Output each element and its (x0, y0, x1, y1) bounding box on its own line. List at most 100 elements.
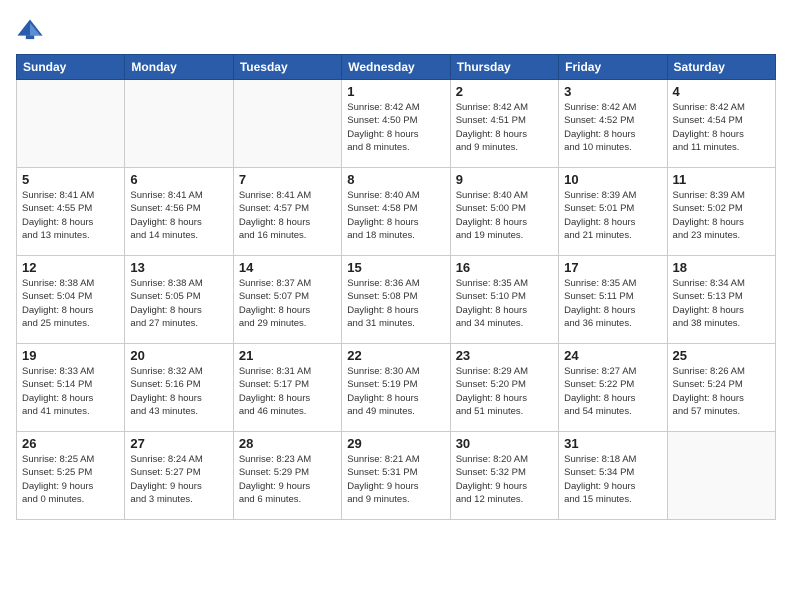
calendar-cell: 25 Sunrise: 8:26 AM Sunset: 5:24 PM Dayli… (667, 344, 775, 432)
calendar-cell: 13 Sunrise: 8:38 AM Sunset: 5:05 PM Dayli… (125, 256, 233, 344)
calendar-cell: 14 Sunrise: 8:37 AM Sunset: 5:07 PM Dayli… (233, 256, 341, 344)
day-info: Sunrise: 8:21 AM Sunset: 5:31 PM Dayligh… (347, 453, 444, 506)
logo-icon (16, 16, 44, 44)
day-number: 15 (347, 260, 444, 275)
day-info: Sunrise: 8:39 AM Sunset: 5:02 PM Dayligh… (673, 189, 770, 242)
weekday-header-sunday: Sunday (17, 55, 125, 80)
calendar-cell: 5 Sunrise: 8:41 AM Sunset: 4:55 PM Daylig… (17, 168, 125, 256)
weekday-header-tuesday: Tuesday (233, 55, 341, 80)
calendar-cell: 6Sunrise: 8:41 AM Sunset: 4:56 PM Daylig… (125, 168, 233, 256)
day-info: Sunrise: 8:29 AM Sunset: 5:20 PM Dayligh… (456, 365, 553, 418)
weekday-header-friday: Friday (559, 55, 667, 80)
calendar-table: SundayMondayTuesdayWednesdayThursdayFrid… (16, 54, 776, 520)
day-number: 30 (456, 436, 553, 451)
page: SundayMondayTuesdayWednesdayThursdayFrid… (0, 0, 792, 612)
day-number: 3 (564, 84, 661, 99)
day-info: Sunrise: 8:33 AM Sunset: 5:14 PM Dayligh… (22, 365, 119, 418)
day-number: 23 (456, 348, 553, 363)
day-number: 25 (673, 348, 770, 363)
day-number: 21 (239, 348, 336, 363)
calendar-cell: 4 Sunrise: 8:42 AM Sunset: 4:54 PM Daylig… (667, 80, 775, 168)
day-info: Sunrise: 8:18 AM Sunset: 5:34 PM Dayligh… (564, 453, 661, 506)
calendar-cell (125, 80, 233, 168)
day-info: Sunrise: 8:23 AM Sunset: 5:29 PM Dayligh… (239, 453, 336, 506)
logo (16, 16, 48, 44)
calendar-cell (233, 80, 341, 168)
calendar-cell: 11 Sunrise: 8:39 AM Sunset: 5:02 PM Dayli… (667, 168, 775, 256)
calendar-week-row: 12 Sunrise: 8:38 AM Sunset: 5:04 PM Dayli… (17, 256, 776, 344)
calendar-cell: 24 Sunrise: 8:27 AM Sunset: 5:22 PM Dayli… (559, 344, 667, 432)
day-number: 16 (456, 260, 553, 275)
calendar-week-row: 1Sunrise: 8:42 AM Sunset: 4:50 PM Daylig… (17, 80, 776, 168)
day-number: 28 (239, 436, 336, 451)
day-number: 9 (456, 172, 553, 187)
day-number: 24 (564, 348, 661, 363)
day-number: 22 (347, 348, 444, 363)
day-info: Sunrise: 8:42 AM Sunset: 4:54 PM Dayligh… (673, 101, 770, 154)
calendar-week-row: 19Sunrise: 8:33 AM Sunset: 5:14 PM Dayli… (17, 344, 776, 432)
calendar-cell: 10 Sunrise: 8:39 AM Sunset: 5:01 PM Dayli… (559, 168, 667, 256)
calendar-cell: 23 Sunrise: 8:29 AM Sunset: 5:20 PM Dayli… (450, 344, 558, 432)
day-number: 29 (347, 436, 444, 451)
calendar-cell: 2Sunrise: 8:42 AM Sunset: 4:51 PM Daylig… (450, 80, 558, 168)
calendar-cell: 29 Sunrise: 8:21 AM Sunset: 5:31 PM Dayli… (342, 432, 450, 520)
day-number: 17 (564, 260, 661, 275)
day-number: 10 (564, 172, 661, 187)
calendar-cell: 31 Sunrise: 8:18 AM Sunset: 5:34 PM Dayli… (559, 432, 667, 520)
calendar-week-row: 5 Sunrise: 8:41 AM Sunset: 4:55 PM Daylig… (17, 168, 776, 256)
day-number: 4 (673, 84, 770, 99)
day-info: Sunrise: 8:24 AM Sunset: 5:27 PM Dayligh… (130, 453, 227, 506)
day-number: 5 (22, 172, 119, 187)
day-info: Sunrise: 8:39 AM Sunset: 5:01 PM Dayligh… (564, 189, 661, 242)
day-info: Sunrise: 8:31 AM Sunset: 5:17 PM Dayligh… (239, 365, 336, 418)
day-number: 31 (564, 436, 661, 451)
calendar-cell: 15 Sunrise: 8:36 AM Sunset: 5:08 PM Dayli… (342, 256, 450, 344)
calendar-cell: 17 Sunrise: 8:35 AM Sunset: 5:11 PM Dayli… (559, 256, 667, 344)
weekday-header-wednesday: Wednesday (342, 55, 450, 80)
day-info: Sunrise: 8:36 AM Sunset: 5:08 PM Dayligh… (347, 277, 444, 330)
day-info: Sunrise: 8:37 AM Sunset: 5:07 PM Dayligh… (239, 277, 336, 330)
day-number: 8 (347, 172, 444, 187)
day-number: 18 (673, 260, 770, 275)
day-info: Sunrise: 8:32 AM Sunset: 5:16 PM Dayligh… (130, 365, 227, 418)
day-info: Sunrise: 8:34 AM Sunset: 5:13 PM Dayligh… (673, 277, 770, 330)
calendar-cell: 3 Sunrise: 8:42 AM Sunset: 4:52 PM Daylig… (559, 80, 667, 168)
day-info: Sunrise: 8:42 AM Sunset: 4:51 PM Dayligh… (456, 101, 553, 154)
calendar-cell: 19Sunrise: 8:33 AM Sunset: 5:14 PM Dayli… (17, 344, 125, 432)
calendar-cell (667, 432, 775, 520)
calendar-cell: 18 Sunrise: 8:34 AM Sunset: 5:13 PM Dayli… (667, 256, 775, 344)
day-info: Sunrise: 8:20 AM Sunset: 5:32 PM Dayligh… (456, 453, 553, 506)
calendar-cell: 20 Sunrise: 8:32 AM Sunset: 5:16 PM Dayli… (125, 344, 233, 432)
calendar-cell: 22 Sunrise: 8:30 AM Sunset: 5:19 PM Dayli… (342, 344, 450, 432)
calendar-cell: 28 Sunrise: 8:23 AM Sunset: 5:29 PM Dayli… (233, 432, 341, 520)
day-number: 1 (347, 84, 444, 99)
day-info: Sunrise: 8:30 AM Sunset: 5:19 PM Dayligh… (347, 365, 444, 418)
day-number: 27 (130, 436, 227, 451)
day-info: Sunrise: 8:42 AM Sunset: 4:52 PM Dayligh… (564, 101, 661, 154)
calendar-cell: 16 Sunrise: 8:35 AM Sunset: 5:10 PM Dayli… (450, 256, 558, 344)
day-number: 14 (239, 260, 336, 275)
day-info: Sunrise: 8:27 AM Sunset: 5:22 PM Dayligh… (564, 365, 661, 418)
calendar-cell: 21 Sunrise: 8:31 AM Sunset: 5:17 PM Dayli… (233, 344, 341, 432)
day-info: Sunrise: 8:38 AM Sunset: 5:05 PM Dayligh… (130, 277, 227, 330)
day-info: Sunrise: 8:35 AM Sunset: 5:11 PM Dayligh… (564, 277, 661, 330)
day-number: 12 (22, 260, 119, 275)
weekday-header-saturday: Saturday (667, 55, 775, 80)
calendar-cell: 30 Sunrise: 8:20 AM Sunset: 5:32 PM Dayli… (450, 432, 558, 520)
day-number: 6 (130, 172, 227, 187)
day-info: Sunrise: 8:40 AM Sunset: 4:58 PM Dayligh… (347, 189, 444, 242)
day-info: Sunrise: 8:41 AM Sunset: 4:57 PM Dayligh… (239, 189, 336, 242)
weekday-header-monday: Monday (125, 55, 233, 80)
day-number: 26 (22, 436, 119, 451)
calendar-week-row: 26 Sunrise: 8:25 AM Sunset: 5:25 PM Dayli… (17, 432, 776, 520)
calendar-cell: 8 Sunrise: 8:40 AM Sunset: 4:58 PM Daylig… (342, 168, 450, 256)
header (16, 16, 776, 44)
day-info: Sunrise: 8:35 AM Sunset: 5:10 PM Dayligh… (456, 277, 553, 330)
day-info: Sunrise: 8:26 AM Sunset: 5:24 PM Dayligh… (673, 365, 770, 418)
day-info: Sunrise: 8:38 AM Sunset: 5:04 PM Dayligh… (22, 277, 119, 330)
day-info: Sunrise: 8:25 AM Sunset: 5:25 PM Dayligh… (22, 453, 119, 506)
day-number: 11 (673, 172, 770, 187)
day-number: 13 (130, 260, 227, 275)
day-number: 20 (130, 348, 227, 363)
day-info: Sunrise: 8:41 AM Sunset: 4:55 PM Dayligh… (22, 189, 119, 242)
